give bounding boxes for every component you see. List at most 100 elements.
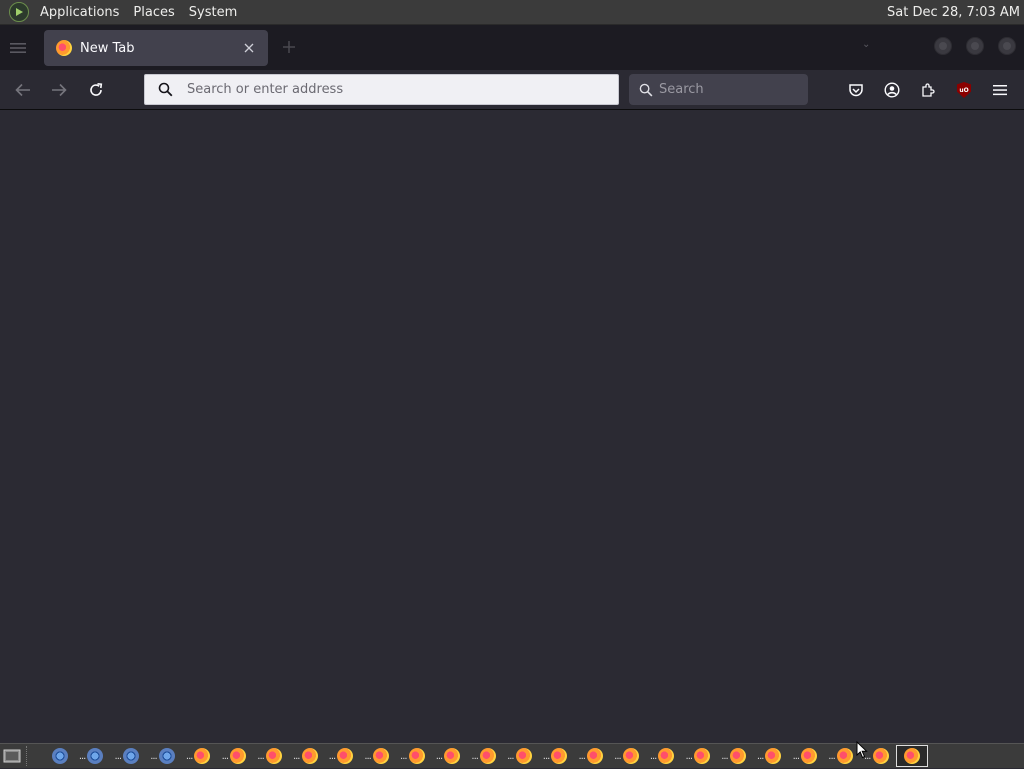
window-list-item-active[interactable] xyxy=(895,745,928,767)
extensions-icon xyxy=(922,83,935,97)
tab-new-tab[interactable]: New Tab xyxy=(44,30,268,66)
pocket-button[interactable] xyxy=(844,78,868,102)
window-list-item[interactable]: ... xyxy=(606,745,642,767)
menu-icon xyxy=(993,85,1007,96)
close-icon xyxy=(244,43,254,53)
window-list-item[interactable]: ... xyxy=(142,745,178,767)
search-input[interactable] xyxy=(659,82,799,97)
window-list-item-label: ... xyxy=(792,750,800,762)
window-list-item-label: ... xyxy=(150,750,157,762)
window-list-item-label: ... xyxy=(78,750,86,762)
window-list-item[interactable]: ... xyxy=(642,745,678,767)
window-list-item-label: ... xyxy=(435,750,443,762)
firefox-icon xyxy=(194,748,211,764)
page-content[interactable] xyxy=(0,111,1024,743)
open-menu-button[interactable] xyxy=(988,78,1012,102)
window-list-item[interactable]: ... xyxy=(213,745,249,767)
address-input[interactable] xyxy=(187,82,587,97)
firefox-icon xyxy=(515,748,532,764)
window-list-item[interactable]: ... xyxy=(285,745,321,767)
firefox-icon xyxy=(551,748,568,764)
places-menu[interactable]: Places xyxy=(126,0,181,25)
forward-button[interactable] xyxy=(46,78,72,102)
firefox-icon xyxy=(836,748,853,764)
maximize-window-button[interactable] xyxy=(966,37,984,55)
taskbar-separator xyxy=(26,746,32,766)
firefox-icon xyxy=(301,748,318,764)
pocket-icon xyxy=(849,84,863,97)
reload-button[interactable] xyxy=(83,78,109,102)
window-list-item[interactable]: ... xyxy=(677,745,713,767)
minimize-window-button[interactable] xyxy=(934,37,952,55)
chevron-down-icon[interactable]: ⌄ xyxy=(862,39,870,50)
firefox-icon xyxy=(729,748,746,764)
ublock-origin-button[interactable]: uO xyxy=(952,78,976,102)
firefox-icon xyxy=(872,748,889,764)
firefox-icon xyxy=(479,748,496,764)
window-list-item[interactable]: ... xyxy=(71,745,107,767)
firefox-icon xyxy=(337,748,354,764)
window-list-item-label: ... xyxy=(721,750,728,762)
search-icon xyxy=(158,82,173,97)
window-list-item-label: ... xyxy=(578,750,585,762)
applications-menu[interactable]: Applications xyxy=(33,0,126,25)
top-panel: Applications Places System Sat Dec 28, 7… xyxy=(0,0,1024,25)
window-list-item[interactable]: ... xyxy=(356,745,392,767)
show-desktop-button[interactable] xyxy=(1,745,23,767)
forward-arrow-icon xyxy=(52,83,67,97)
search-icon xyxy=(639,83,653,96)
firefox-icon xyxy=(56,40,72,56)
chrome-icon xyxy=(123,748,140,764)
list-icon xyxy=(10,42,26,53)
firefox-icon xyxy=(903,748,920,764)
window-list-item-label: ... xyxy=(685,750,693,762)
window-list-item[interactable]: ... xyxy=(820,745,856,767)
firefox-icon xyxy=(408,748,425,764)
window-list-item[interactable]: ... xyxy=(392,745,428,767)
firefox-icon xyxy=(587,748,603,764)
firefox-icon xyxy=(658,748,675,764)
window-list-item[interactable]: ... xyxy=(463,745,499,767)
window-list-item-label: ... xyxy=(756,750,764,762)
close-tab-button[interactable] xyxy=(240,39,258,57)
close-window-button[interactable] xyxy=(998,37,1016,55)
window-list-item[interactable]: ... xyxy=(106,745,142,767)
tab-strip: New Tab ⌄ xyxy=(0,25,1024,70)
window-list-item[interactable]: ... xyxy=(535,745,571,767)
window-list-item[interactable]: ... xyxy=(178,745,214,767)
window-list-item-label: ... xyxy=(185,750,193,762)
account-button[interactable] xyxy=(880,78,904,102)
window-list-item[interactable]: ... xyxy=(249,745,285,767)
window-list-item-label: ... xyxy=(328,750,336,762)
window-list-item[interactable]: ... xyxy=(570,745,606,767)
distro-logo-icon[interactable] xyxy=(9,2,29,22)
window-list-item[interactable]: ... xyxy=(321,745,357,767)
account-icon xyxy=(884,82,900,98)
window-list-item[interactable]: ... xyxy=(784,745,820,767)
list-all-tabs-button[interactable] xyxy=(2,32,34,64)
window-list-item[interactable]: ... xyxy=(713,745,749,767)
window-list-item-label: ... xyxy=(400,750,407,762)
plus-icon xyxy=(283,41,295,53)
address-bar[interactable] xyxy=(144,74,619,105)
window-list-item[interactable] xyxy=(35,745,71,767)
extensions-button[interactable] xyxy=(916,78,940,102)
system-menu[interactable]: System xyxy=(182,0,244,25)
firefox-icon xyxy=(801,748,818,764)
window-list-item-label: ... xyxy=(542,750,550,762)
search-bar[interactable] xyxy=(629,74,808,105)
window-list-item-label: ... xyxy=(614,750,621,762)
tab-title: New Tab xyxy=(80,40,135,56)
chrome-icon xyxy=(158,748,175,764)
window-list-item[interactable]: ... xyxy=(499,745,535,767)
panel-clock[interactable]: Sat Dec 28, 7:03 AM xyxy=(887,5,1024,20)
window-list-item-label: ... xyxy=(221,750,229,762)
firefox-icon xyxy=(230,748,247,764)
firefox-icon xyxy=(372,748,389,764)
window-list-item-label: ... xyxy=(471,750,478,762)
back-button[interactable] xyxy=(10,78,36,102)
ublock-origin-icon: uO xyxy=(957,82,971,98)
window-list-item[interactable]: ... xyxy=(749,745,785,767)
new-tab-button[interactable] xyxy=(279,37,299,57)
window-list-item[interactable]: ... xyxy=(428,745,464,767)
